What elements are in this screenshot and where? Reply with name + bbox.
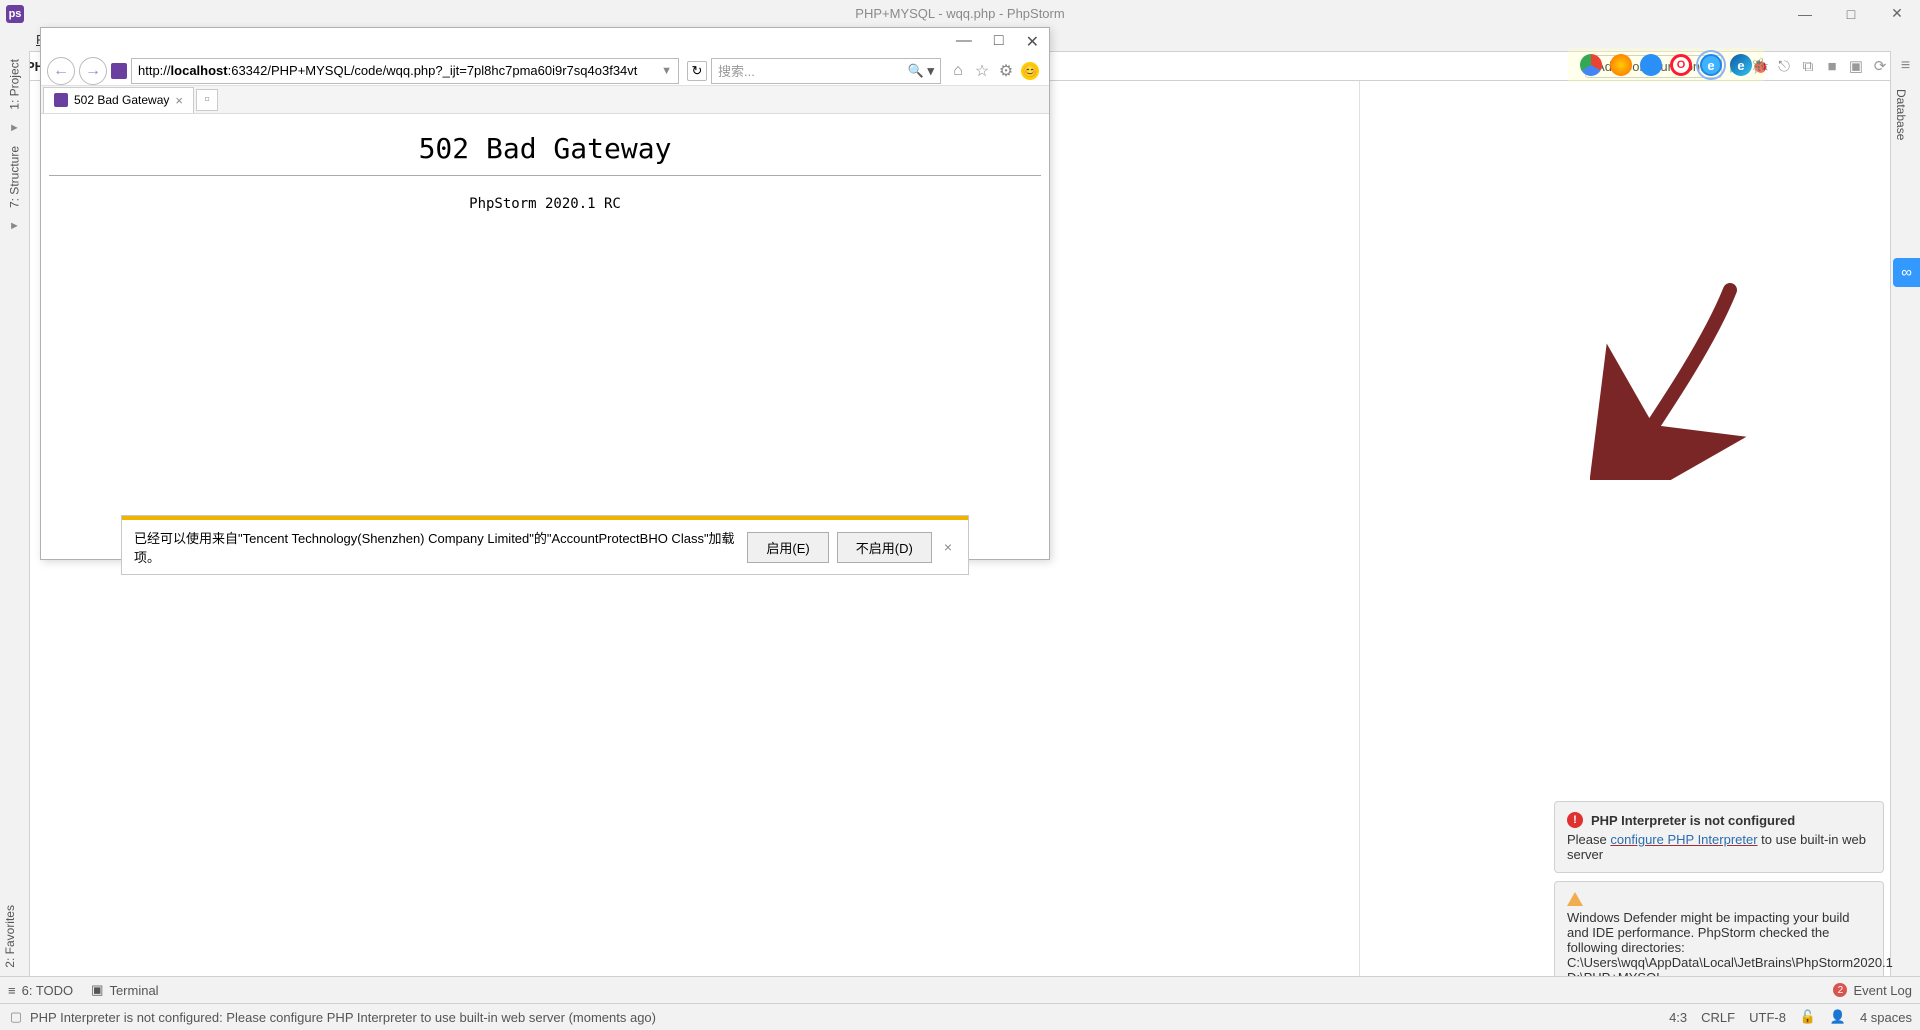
safari-icon[interactable] bbox=[1640, 54, 1662, 76]
url-domain: localhost bbox=[171, 63, 228, 78]
close-button[interactable]: ✕ bbox=[1874, 0, 1920, 27]
server-line: PhpStorm 2020.1 RC bbox=[41, 196, 1049, 212]
ie-refresh-button[interactable]: ↻ bbox=[687, 61, 707, 81]
coverage-icon[interactable]: ⎋ bbox=[1774, 56, 1794, 76]
cloud-sync-bubble[interactable]: ∞ bbox=[1893, 258, 1920, 287]
notification-interpreter: ! PHP Interpreter is not configured Plea… bbox=[1554, 801, 1884, 873]
notification-text-before: Please bbox=[1567, 832, 1610, 847]
ie-tab[interactable]: 502 Bad Gateway × bbox=[43, 87, 194, 113]
status-icon[interactable]: ▢ bbox=[8, 1009, 24, 1025]
window-title: PHP+MYSQL - wqq.php - PhpStorm bbox=[855, 6, 1064, 21]
todo-tool[interactable]: ≡ 6: TODO bbox=[8, 983, 73, 998]
infobar-close-icon[interactable]: × bbox=[940, 539, 956, 555]
ie-back-button[interactable]: ← bbox=[47, 57, 75, 85]
status-message: PHP Interpreter is not configured: Pleas… bbox=[30, 1010, 656, 1025]
terminal-tool[interactable]: ▣ Terminal bbox=[91, 982, 158, 998]
configure-interpreter-link[interactable]: configure PHP Interpreter bbox=[1610, 832, 1757, 847]
ie-search-bar[interactable]: 搜索... 🔍 ▾ bbox=[711, 58, 941, 84]
infobar-message: 已经可以使用来自"Tencent Technology(Shenzhen) Co… bbox=[134, 528, 739, 566]
maximize-button[interactable]: □ bbox=[1828, 0, 1874, 27]
ie-favorites-icon[interactable]: ☆ bbox=[973, 62, 991, 80]
error-heading: 502 Bad Gateway bbox=[41, 132, 1049, 165]
caret-position[interactable]: 4:3 bbox=[1669, 1010, 1687, 1025]
ie-address-bar[interactable]: http://localhost:63342/PHP+MYSQL/code/wq… bbox=[131, 58, 679, 84]
sidebar-project[interactable]: 1: Project bbox=[0, 51, 29, 118]
stop-icon[interactable]: ■ bbox=[1822, 56, 1842, 76]
ie-tools-icon[interactable]: ⚙ bbox=[997, 62, 1015, 80]
profiler-icon[interactable]: ⧉ bbox=[1798, 56, 1818, 76]
ie-icon[interactable]: e bbox=[1700, 54, 1722, 76]
right-sidebar-menu-icon[interactable]: ≡ bbox=[1891, 51, 1920, 81]
ie-url-dropdown-icon[interactable]: ▼ bbox=[661, 65, 672, 77]
sidebar-collapse-icon-2[interactable]: ► bbox=[0, 216, 29, 236]
inspections-icon[interactable]: 👤 bbox=[1830, 1009, 1846, 1025]
readonly-icon[interactable]: 🔓 bbox=[1800, 1009, 1816, 1025]
divider bbox=[49, 175, 1041, 176]
defender-message: Windows Defender might be impacting your… bbox=[1567, 910, 1871, 955]
warning-icon bbox=[1567, 892, 1583, 906]
ie-tab-close-icon[interactable]: × bbox=[175, 93, 183, 108]
encoding[interactable]: UTF-8 bbox=[1749, 1010, 1786, 1025]
sidebar-structure[interactable]: 7: Structure bbox=[0, 138, 29, 216]
error-icon: ! bbox=[1567, 812, 1583, 828]
chrome-icon[interactable] bbox=[1580, 54, 1602, 76]
opera-icon[interactable]: O bbox=[1670, 54, 1692, 76]
ie-forward-button[interactable]: → bbox=[79, 57, 107, 85]
url-path: :63342/PHP+MYSQL/code/wqq.php?_ijt=7pl8h… bbox=[228, 63, 638, 78]
ie-maximize-button[interactable]: □ bbox=[994, 32, 1004, 52]
layout-icon[interactable]: ▣ bbox=[1846, 56, 1866, 76]
edge-icon[interactable]: e bbox=[1730, 54, 1752, 76]
sync-icon[interactable]: ⟳ bbox=[1870, 56, 1890, 76]
ie-new-tab-button[interactable]: ▫ bbox=[196, 89, 218, 111]
ie-close-button[interactable]: ✕ bbox=[1026, 32, 1039, 52]
ie-site-icon bbox=[111, 63, 127, 79]
line-ending[interactable]: CRLF bbox=[1701, 1010, 1735, 1025]
sidebar-collapse-icon[interactable]: ► bbox=[0, 118, 29, 138]
enable-button[interactable]: 启用(E) bbox=[747, 532, 828, 563]
sidebar-favorites[interactable]: 2: Favorites bbox=[0, 897, 20, 976]
ie-minimize-button[interactable]: — bbox=[956, 32, 972, 52]
defender-dir1: C:\Users\wqq\AppData\Local\JetBrains\Php… bbox=[1567, 955, 1871, 970]
notification-title: PHP Interpreter is not configured bbox=[1591, 813, 1795, 828]
ie-home-icon[interactable]: ⌂ bbox=[949, 62, 967, 80]
ie-browser-window: — □ ✕ ← → http://localhost:63342/PHP+MYS… bbox=[40, 27, 1050, 560]
search-icon[interactable]: 🔍 ▾ bbox=[908, 63, 934, 79]
minimize-button[interactable]: — bbox=[1782, 0, 1828, 27]
ie-page-content: 502 Bad Gateway PhpStorm 2020.1 RC 已经可以使… bbox=[41, 114, 1049, 587]
event-log-tool[interactable]: Event Log bbox=[1853, 983, 1912, 998]
ie-infobar: 已经可以使用来自"Tencent Technology(Shenzhen) Co… bbox=[121, 515, 969, 575]
ie-tab-favicon bbox=[54, 93, 68, 107]
cloud-icon: ∞ bbox=[1901, 264, 1912, 281]
disable-button[interactable]: 不启用(D) bbox=[837, 532, 932, 563]
ie-search-placeholder: 搜索... bbox=[718, 61, 755, 80]
indent-setting[interactable]: 4 spaces bbox=[1860, 1010, 1912, 1025]
firefox-icon[interactable] bbox=[1610, 54, 1632, 76]
url-scheme: http:// bbox=[138, 63, 171, 78]
event-log-count: 2 bbox=[1833, 983, 1847, 997]
ie-tab-title: 502 Bad Gateway bbox=[74, 93, 169, 107]
sidebar-database[interactable]: Database bbox=[1891, 81, 1911, 148]
ie-feedback-icon[interactable]: 😊 bbox=[1021, 62, 1039, 80]
phpstorm-icon: ps bbox=[6, 5, 24, 23]
